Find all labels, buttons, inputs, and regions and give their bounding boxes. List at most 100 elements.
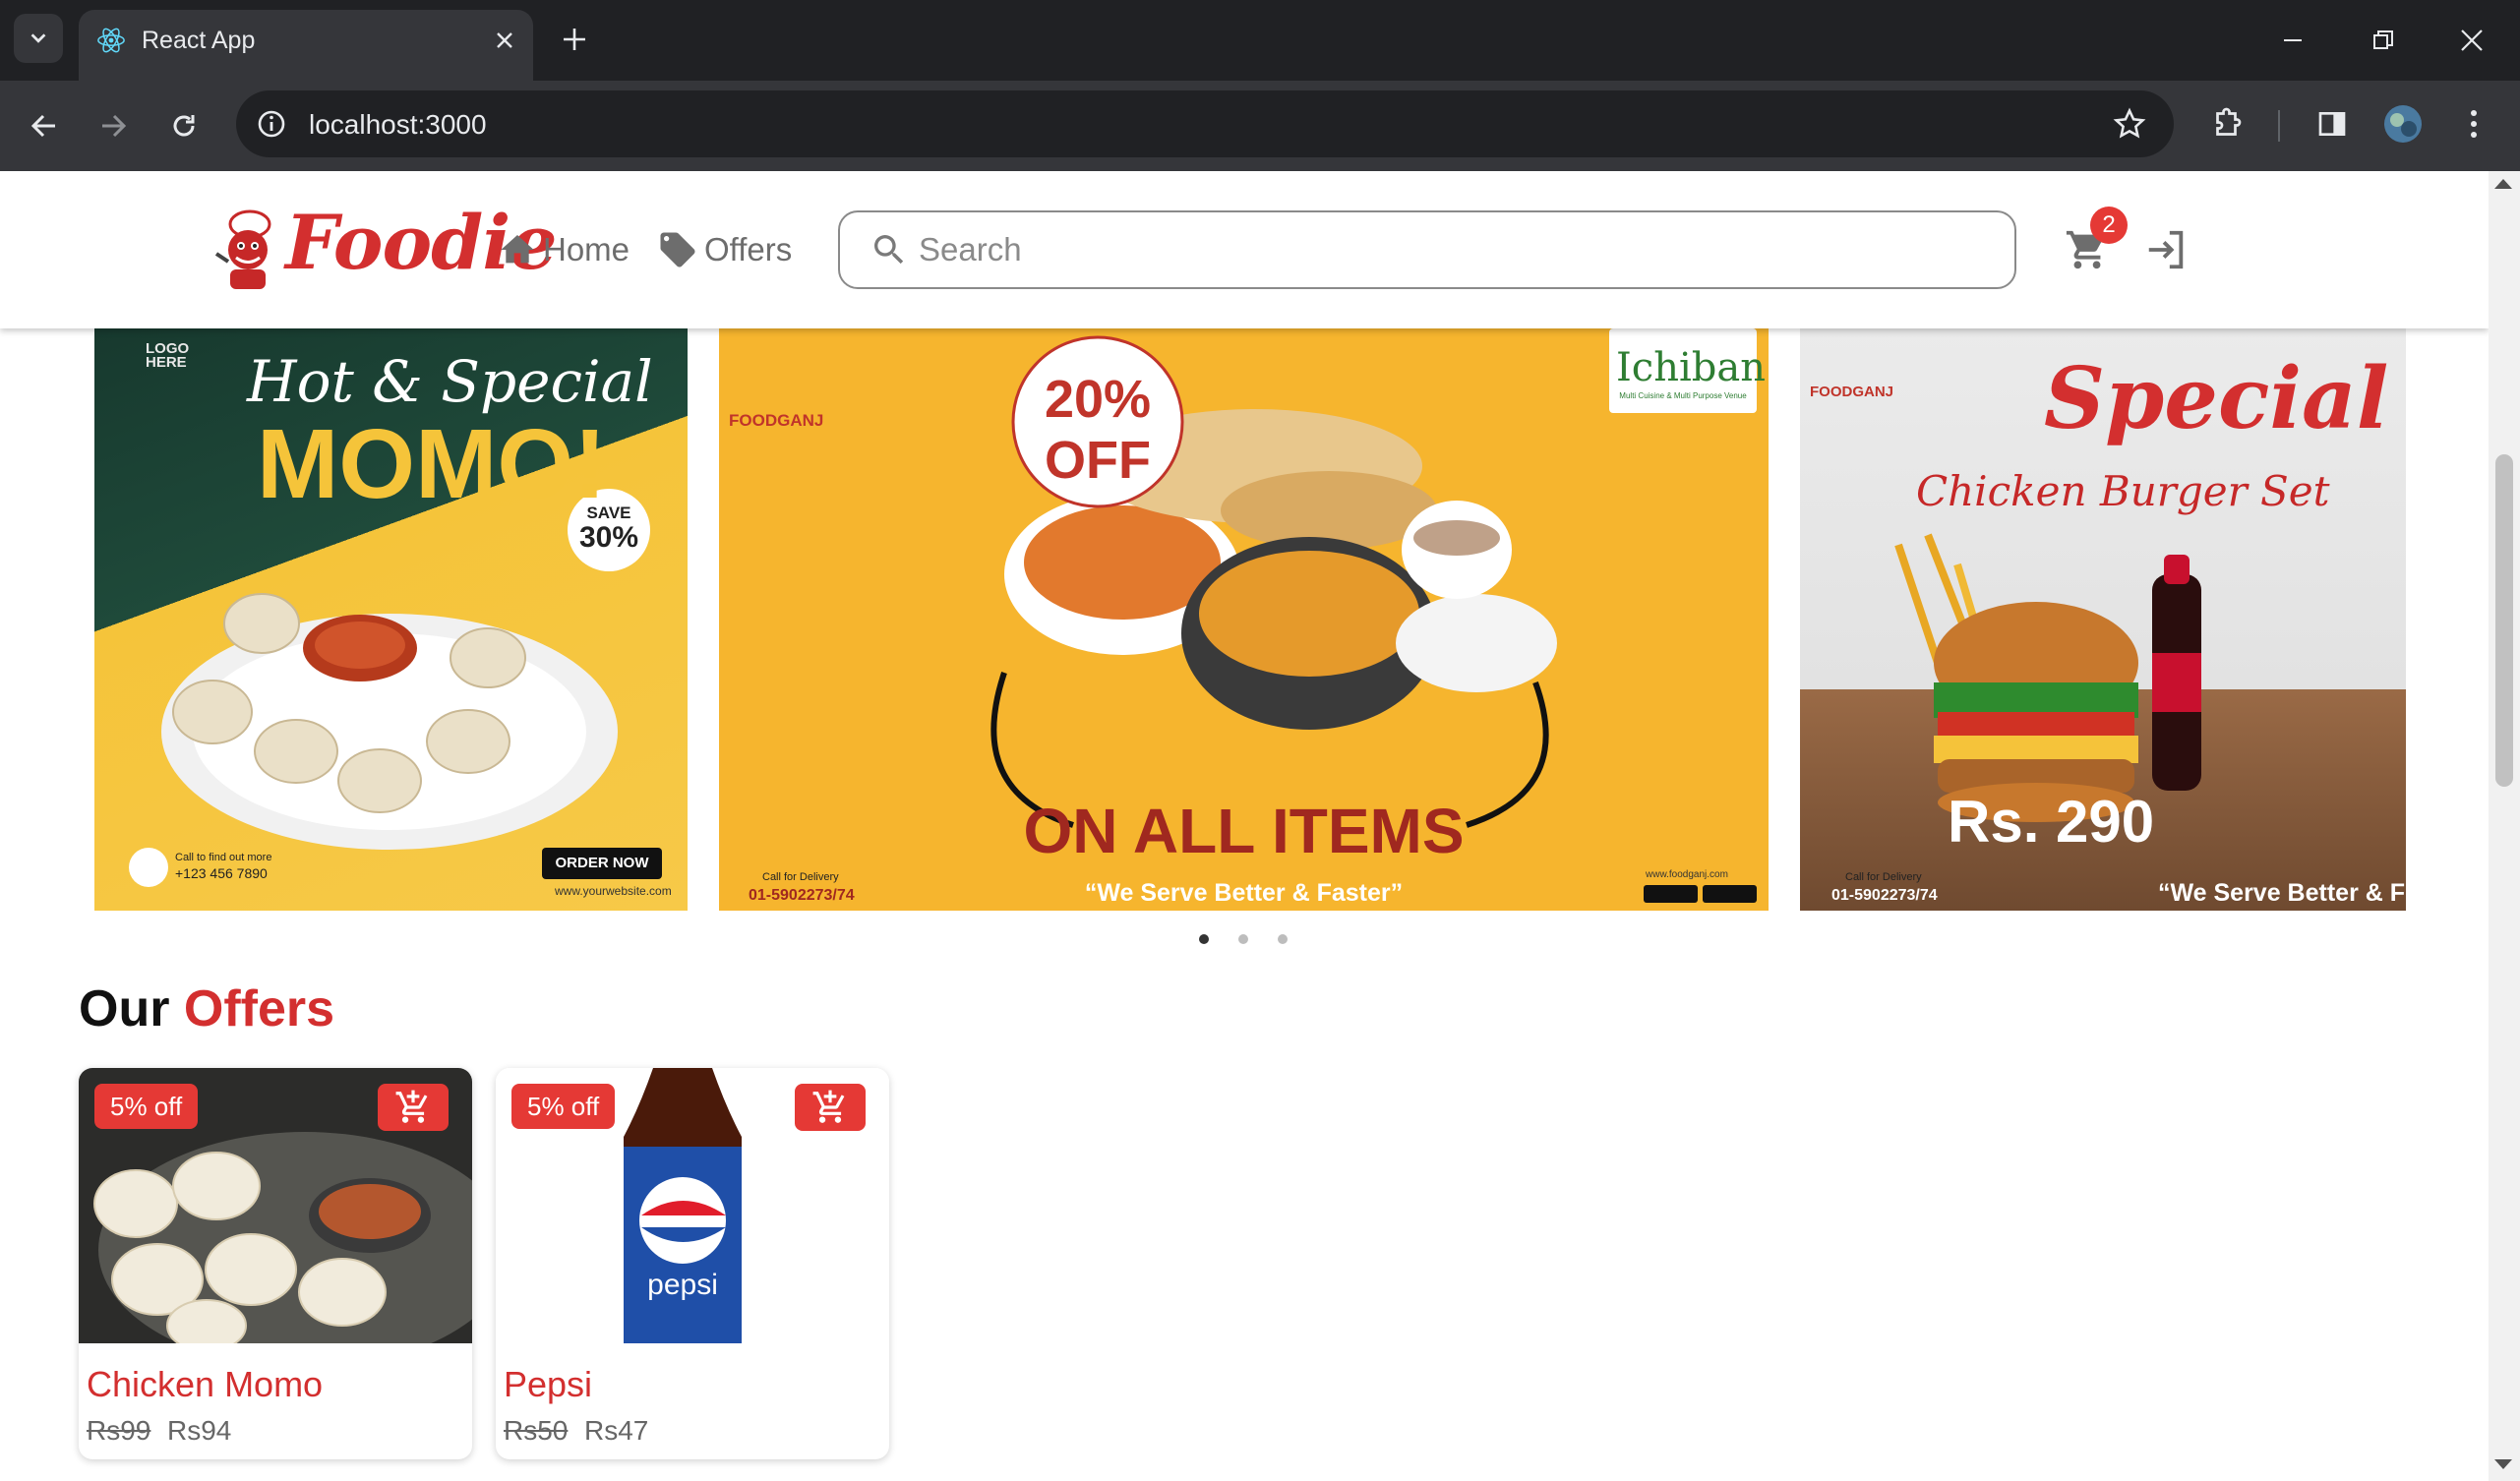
tag-icon: [660, 232, 695, 267]
login-button[interactable]: [2140, 224, 2191, 275]
star-icon: [2113, 107, 2146, 139]
website-text: www.yourwebsite.com: [555, 884, 672, 898]
new-tab-button[interactable]: [555, 20, 594, 59]
phone-caption: Call to find out more: [175, 852, 272, 863]
arrow-left-icon: [30, 114, 55, 138]
info-icon[interactable]: [254, 106, 289, 142]
title-part-our: Our: [79, 980, 170, 1037]
forward-button[interactable]: [89, 101, 138, 150]
old-price: Rs99: [87, 1415, 151, 1446]
home-icon: [501, 235, 534, 264]
foodganj-logo-text: FOODGANJ: [729, 411, 824, 430]
foodganj-logo-text: FOODGANJ: [1810, 384, 1894, 400]
url-text[interactable]: localhost:3000: [309, 108, 487, 142]
back-button[interactable]: [20, 101, 69, 150]
minimize-icon: [2284, 39, 2302, 41]
side-panel-button[interactable]: [2308, 99, 2357, 148]
chrome-menu-button[interactable]: [2449, 99, 2498, 148]
new-price: Rs94: [167, 1415, 232, 1446]
close-window-button[interactable]: [2447, 16, 2496, 65]
tab-title: React App: [142, 27, 256, 54]
discount-label: OFF: [1045, 431, 1151, 490]
tab-search-button[interactable]: [14, 14, 63, 63]
tab-close-button[interactable]: [488, 24, 521, 57]
cart-count-badge: 2: [2090, 207, 2128, 244]
slide-headline: ON ALL ITEMS: [1023, 796, 1465, 866]
offer-card-chicken-momo[interactable]: 5% off Chicken Momo Rs99 Rs94: [79, 1068, 472, 1459]
nav-link-label: Home: [543, 231, 630, 267]
carousel-slide-discount[interactable]: FOODGANJ 20% OFF Ichiban Multi Cuisine &…: [719, 328, 1769, 911]
slide-logo-placeholder: LOGO HERE: [146, 340, 190, 371]
nav-link-label: Offers: [704, 231, 793, 267]
nav-link-offers[interactable]: Offers: [657, 226, 792, 273]
add-cart-icon: [395, 1090, 428, 1123]
order-now-label: ORDER NOW: [555, 855, 649, 871]
minimize-button[interactable]: [2268, 16, 2317, 65]
arrow-right-icon: [102, 114, 127, 138]
side-panel-icon: [2318, 112, 2346, 136]
navbar: Foodie Home Offers 2: [0, 171, 2489, 328]
slide-subtitle: Chicken Burger Set: [1916, 467, 2330, 515]
partner-subtitle: Multi Cuisine & Multi Purpose Venue: [1619, 391, 1747, 400]
react-icon: [97, 28, 125, 53]
search-input[interactable]: [919, 231, 2001, 268]
price-text: Rs. 290: [1948, 789, 2155, 855]
svg-text:pepsi: pepsi: [647, 1269, 718, 1301]
offer-card-pepsi[interactable]: pepsi 5% off Pepsi Rs50 Rs47: [496, 1068, 889, 1459]
slide-tagline: “We Serve Better & Faster”: [1084, 879, 1404, 907]
website-text: www.foodganj.com: [1646, 869, 1728, 880]
slide-tagline: “We Serve Better & F: [2158, 879, 2406, 907]
scroll-down-arrow-icon[interactable]: [2494, 1459, 2512, 1469]
restore-icon: [2373, 30, 2393, 49]
chef-logo-icon[interactable]: [210, 207, 285, 291]
product-name[interactable]: Pepsi: [504, 1363, 592, 1406]
scroll-up-arrow-icon[interactable]: [2494, 179, 2512, 189]
carousel-slide-momo[interactable]: LOGO HERE Hot & Special MOMO! SAVE 30% C…: [94, 328, 688, 911]
page-scrollbar[interactable]: [2489, 171, 2520, 1481]
restore-button[interactable]: [2359, 16, 2408, 65]
product-name[interactable]: Chicken Momo: [87, 1363, 323, 1406]
slide-headline: MOMO!: [257, 409, 607, 519]
avatar: [2384, 105, 2422, 143]
nav-link-home[interactable]: Home: [498, 226, 630, 273]
search-icon: [874, 235, 904, 265]
discount-badge: 5% off: [511, 1084, 616, 1129]
carousel-dot-3[interactable]: [1278, 934, 1288, 944]
bookmark-button[interactable]: [2105, 99, 2154, 148]
toolbar-divider: [2278, 110, 2280, 142]
phone-caption: Call for Delivery: [1845, 871, 1922, 883]
page-viewport: Foodie Home Offers 2: [0, 171, 2489, 1481]
chevron-down-icon: [30, 33, 46, 43]
discount-badge: 5% off: [94, 1084, 199, 1129]
title-part-offers: Offers: [183, 980, 335, 1037]
carousel-slide-burger[interactable]: FOODGANJ Special Burg Chicken Burger Set…: [1800, 328, 2406, 911]
search-bar[interactable]: [838, 210, 2016, 289]
carousel-dot-2[interactable]: [1238, 934, 1248, 944]
add-cart-icon: [812, 1090, 845, 1123]
plus-icon: [564, 29, 585, 50]
extensions-button[interactable]: [2203, 99, 2252, 148]
discount-value: 20%: [1044, 370, 1152, 429]
kebab-menu-icon: [2471, 110, 2477, 138]
save-label: SAVE: [586, 504, 631, 522]
slide-title: Special Burg: [2044, 349, 2406, 448]
add-to-cart-button[interactable]: [795, 1084, 866, 1131]
phone-number: 01-5902273/74: [1831, 887, 1938, 904]
phone-number: +123 456 7890: [175, 865, 268, 881]
puzzle-icon: [2216, 107, 2242, 136]
close-icon: [2461, 30, 2483, 51]
close-icon: [497, 32, 512, 48]
add-to-cart-button[interactable]: [378, 1084, 449, 1131]
old-price: Rs50: [504, 1415, 569, 1446]
scrollbar-thumb[interactable]: [2495, 454, 2513, 787]
profile-button[interactable]: [2378, 99, 2428, 148]
partner-logo: Ichiban: [1616, 345, 1766, 390]
carousel-dot-1[interactable]: [1199, 934, 1209, 944]
save-value: 30%: [578, 521, 639, 554]
reload-icon: [173, 115, 195, 137]
login-icon: [2148, 230, 2184, 269]
new-price: Rs47: [584, 1415, 649, 1446]
reload-button[interactable]: [159, 101, 209, 150]
section-title-offers: Our Offers: [79, 979, 334, 1038]
address-bar[interactable]: [236, 90, 2174, 157]
